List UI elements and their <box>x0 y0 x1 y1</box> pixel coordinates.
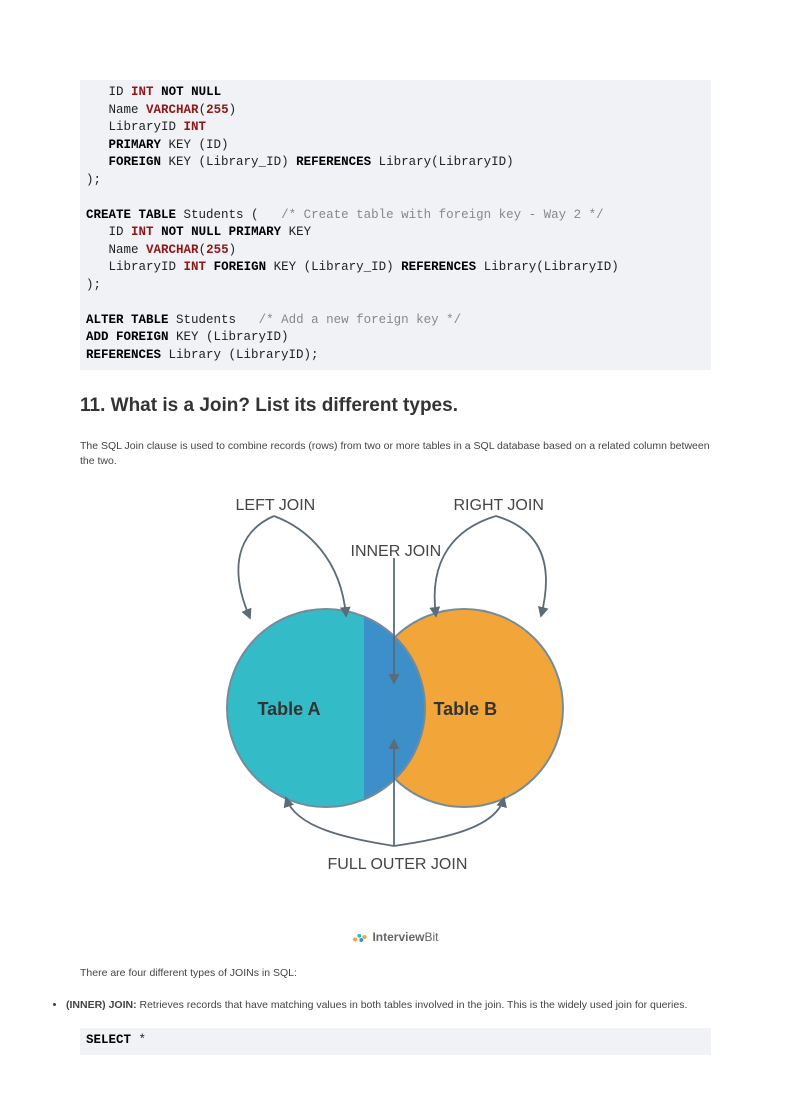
label-left-join: LEFT JOIN <box>236 494 316 518</box>
code-block-select: SELECT * <box>80 1028 711 1056</box>
document-page: ID INT NOT NULL Name VARCHAR(255) Librar… <box>0 0 791 1095</box>
label-table-a: Table A <box>258 696 321 723</box>
brand-dots-icon <box>352 931 368 943</box>
question-intro: The SQL Join clause is used to combine r… <box>80 439 711 471</box>
inner-join-term: (INNER) JOIN: <box>66 999 137 1011</box>
code-block-foreign-key: ID INT NOT NULL Name VARCHAR(255) Librar… <box>80 80 711 370</box>
label-table-b: Table B <box>434 696 498 723</box>
join-types-list: (INNER) JOIN: Retrieves records that hav… <box>80 998 711 1014</box>
label-right-join: RIGHT JOIN <box>454 494 544 518</box>
list-item: (INNER) JOIN: Retrieves records that hav… <box>66 998 711 1014</box>
circle-overlap <box>364 608 426 808</box>
question-title: 11. What is a Join? List its different t… <box>80 392 711 421</box>
label-inner-join: INNER JOIN <box>351 540 442 564</box>
brand-watermark: InterviewBit <box>80 928 711 946</box>
join-types-intro: There are four different types of JOINs … <box>80 966 711 982</box>
join-venn-diagram: LEFT JOIN RIGHT JOIN INNER JOIN Table A … <box>80 488 711 918</box>
inner-join-desc: Retrieves records that have matching val… <box>137 999 688 1011</box>
label-full-outer-join: FULL OUTER JOIN <box>328 853 468 877</box>
